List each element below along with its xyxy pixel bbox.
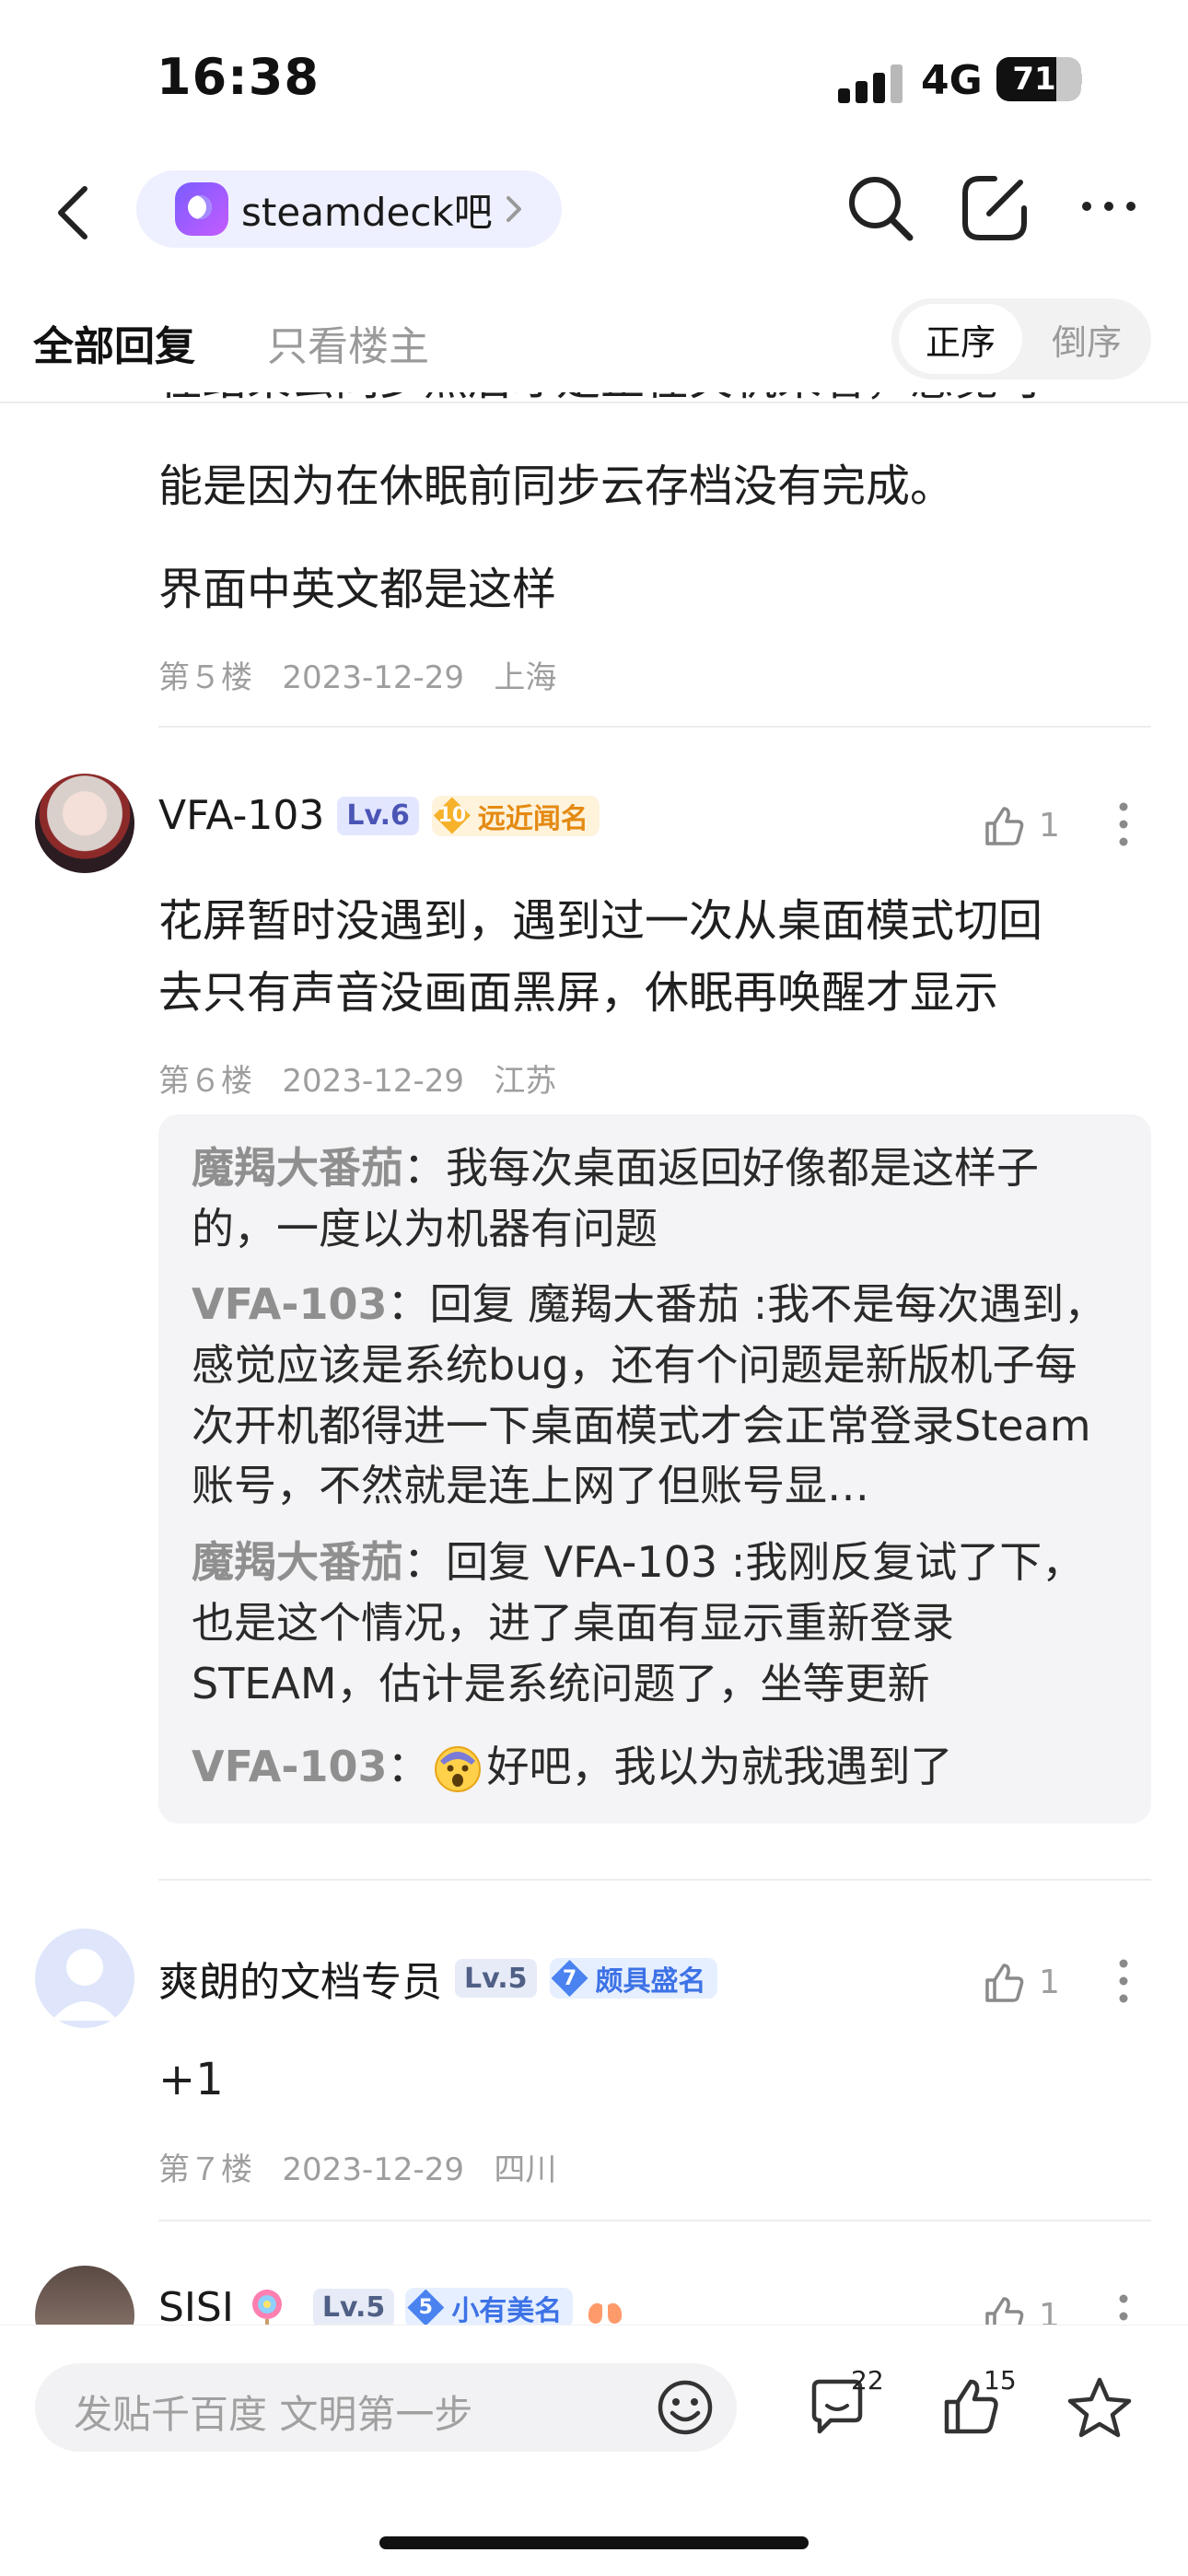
thumbs-up-icon[interactable] bbox=[982, 803, 1026, 847]
back-arrow-icon[interactable] bbox=[48, 180, 103, 246]
sub-reply[interactable]: 魔羯大番茄：我每次桌面返回好像都是这样子的，一度以为机器有问题 bbox=[192, 1138, 1114, 1260]
like-count: 1 bbox=[1039, 1964, 1060, 2001]
post-text: 花屏暂时没遇到，遇到过一次从桌面模式切回 bbox=[158, 895, 1043, 947]
cellular-signal-icon bbox=[838, 63, 903, 103]
status-time: 16:38 bbox=[157, 48, 320, 106]
level-badge: Lv.5 bbox=[455, 1959, 537, 1998]
reply-author[interactable]: 魔羯大番茄 bbox=[192, 1537, 403, 1587]
star-favorite-icon[interactable] bbox=[1066, 2374, 1133, 2441]
battery-icon: 71 bbox=[996, 57, 1081, 101]
sub-reply[interactable]: VFA-103：回复 魔羯大番茄 :我不是每次遇到，感觉应该是系统bug，还有个… bbox=[192, 1275, 1114, 1518]
chevron-right-icon bbox=[506, 196, 521, 222]
default-avatar-icon bbox=[52, 1949, 118, 2021]
post-divider bbox=[158, 2220, 1151, 2221]
reply-input-placeholder[interactable]: 发贴千百度 文明第一步 bbox=[74, 2384, 472, 2440]
post-text: 能是因为在休眠前同步云存档没有完成。 bbox=[158, 460, 955, 512]
level-badge: Lv.6 bbox=[337, 796, 419, 835]
sort-ascending-button[interactable]: 正序 bbox=[899, 304, 1022, 374]
reply-separator: ： bbox=[403, 1143, 446, 1193]
thumbs-up-icon[interactable] bbox=[982, 1960, 1026, 2004]
post-meta: 第７楼 2023-12-29 四川 bbox=[158, 2151, 557, 2188]
reply-separator: ： bbox=[387, 1279, 430, 1329]
post-text-line: 在结束云同步然后才是正在关机来看，感觉可 bbox=[158, 392, 1042, 413]
avatar[interactable] bbox=[35, 774, 134, 873]
emoji-picker-icon[interactable] bbox=[656, 2378, 715, 2437]
level-badge: Lv.5 bbox=[312, 2288, 395, 2327]
honor-badge: 5 小有美名 bbox=[405, 2287, 574, 2328]
reply-author[interactable]: VFA-103 bbox=[192, 1279, 387, 1329]
sub-reply[interactable]: 魔羯大番茄：回复 VFA-103 :我刚反复试了下，也是这个情况，进了桌面有显示… bbox=[192, 1533, 1114, 1714]
username[interactable]: VFA-103 bbox=[158, 792, 324, 839]
reply-text: 好吧，我以为就我遇到了 bbox=[486, 1742, 953, 1791]
home-indicator bbox=[379, 2536, 809, 2549]
post-divider bbox=[158, 726, 1151, 728]
post-text: +1 bbox=[158, 2054, 224, 2105]
lollipop-icon bbox=[251, 2289, 282, 2330]
reply-separator: ： bbox=[403, 1537, 446, 1587]
network-type: 4G bbox=[921, 57, 983, 104]
more-menu-icon[interactable] bbox=[1079, 195, 1138, 217]
reply-author[interactable]: VFA-103 bbox=[192, 1737, 387, 1798]
forum-name: steamdeck吧 bbox=[241, 189, 493, 235]
reply-author[interactable]: 魔羯大番茄 bbox=[192, 1143, 403, 1193]
forum-logo-icon bbox=[175, 182, 228, 236]
shocked-emoji-icon bbox=[435, 1745, 482, 1792]
reply-separator: ： bbox=[387, 1742, 430, 1791]
post-text-clipped: 在结束云同步然后才是正在关机来看，感觉可 bbox=[158, 392, 1042, 425]
lungs-emoji-icon bbox=[588, 2291, 623, 2324]
honor-level: 7 bbox=[551, 1960, 588, 1997]
user-header: 爽朗的文档专员 Lv.5 7 颇具盛名 bbox=[158, 1949, 717, 2008]
post-meta: 第５楼 2023-12-29 上海 bbox=[158, 659, 557, 696]
honor-title: 远近闻名 bbox=[477, 802, 588, 835]
comment-count: 22 bbox=[851, 2365, 884, 2395]
post-meta: 第６楼 2023-12-29 江苏 bbox=[158, 1063, 557, 1100]
honor-badge: 7 颇具盛名 bbox=[549, 1958, 717, 1999]
tab-all-replies[interactable]: 全部回复 bbox=[33, 313, 195, 372]
edit-post-icon[interactable] bbox=[958, 171, 1031, 245]
post-divider bbox=[158, 1879, 1151, 1881]
more-options-icon[interactable] bbox=[1118, 801, 1129, 847]
battery-tip bbox=[1076, 72, 1082, 87]
post-text: 界面中英文都是这样 bbox=[158, 564, 557, 615]
user-header: VFA-103 Lv.6 10 远近闻名 bbox=[158, 792, 600, 839]
honor-title: 小有美名 bbox=[451, 2294, 563, 2327]
avatar[interactable] bbox=[35, 1929, 134, 2028]
honor-level: 10 bbox=[433, 797, 471, 834]
like-count: 15 bbox=[984, 2365, 1017, 2395]
honor-level: 5 bbox=[407, 2289, 445, 2326]
username[interactable]: 爽朗的文档专员 bbox=[158, 1949, 442, 2008]
search-icon[interactable] bbox=[844, 171, 917, 245]
battery-level: 71 bbox=[1012, 61, 1056, 98]
tab-only-op[interactable]: 只看楼主 bbox=[267, 313, 429, 372]
like-count: 1 bbox=[1039, 807, 1060, 845]
honor-badge: 10 远近闻名 bbox=[431, 795, 600, 836]
forum-link[interactable]: steamdeck吧 bbox=[136, 170, 562, 248]
honor-title: 颇具盛名 bbox=[595, 1965, 706, 1998]
sub-reply[interactable]: VFA-103： 好吧，我以为就我遇到了 bbox=[192, 1737, 1114, 1798]
post-text: 去只有声音没画面黑屏，休眠再唤醒才显示 bbox=[158, 967, 999, 1019]
more-options-icon[interactable] bbox=[1118, 1958, 1129, 2004]
sort-descending-button[interactable]: 倒序 bbox=[1028, 304, 1146, 374]
